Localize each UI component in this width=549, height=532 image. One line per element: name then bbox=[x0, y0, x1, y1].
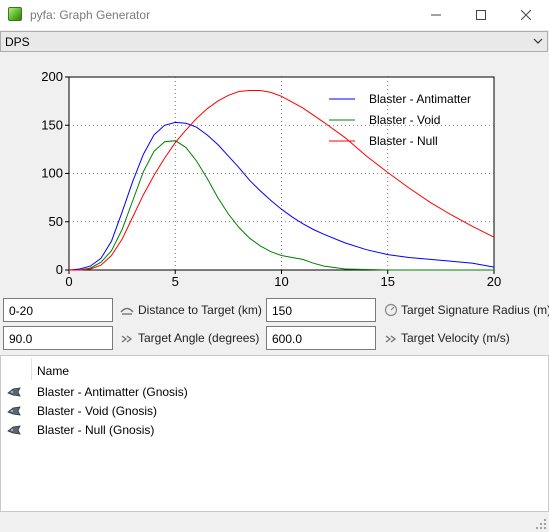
signature-radius-input[interactable]: 150 bbox=[266, 298, 376, 322]
signature-radius-icon bbox=[384, 303, 398, 317]
velocity-value: 600.0 bbox=[272, 332, 303, 346]
name-column-header[interactable]: Name bbox=[37, 364, 69, 378]
angle-value: 90.0 bbox=[9, 332, 33, 346]
x-tick-label: 20 bbox=[487, 274, 501, 289]
dps-chart: 0 5 10 15 20 0 50 100 150 200 Blaster - Antimatt… bbox=[41, 69, 501, 289]
y-tick-label: 50 bbox=[49, 214, 63, 229]
fit-name: Blaster - Null (Gnosis) bbox=[37, 423, 155, 437]
maximize-button[interactable] bbox=[458, 0, 504, 30]
status-bar bbox=[0, 512, 549, 532]
y-tick-label: 0 bbox=[56, 262, 63, 277]
x-axis-ticks: 0 5 10 15 20 bbox=[65, 270, 501, 289]
ship-icon bbox=[7, 425, 21, 435]
minimize-icon bbox=[431, 14, 441, 16]
distance-icon bbox=[120, 307, 134, 315]
velocity-icon bbox=[385, 335, 397, 343]
legend-label: Blaster - Antimatter bbox=[369, 92, 471, 106]
x-tick-label: 15 bbox=[381, 274, 395, 289]
angle-label: Target Angle (degrees) bbox=[138, 331, 260, 345]
fit-name: Blaster - Void (Gnosis) bbox=[37, 404, 158, 418]
distance-label: Distance to Target (km) bbox=[138, 303, 262, 317]
window-title: pyfa: Graph Generator bbox=[30, 8, 151, 22]
column-divider bbox=[31, 358, 32, 380]
list-item[interactable]: Blaster - Antimatter (Gnosis) bbox=[1, 383, 301, 402]
fit-list[interactable]: Name Blaster - Antimatter (Gnosis) Blast… bbox=[0, 355, 549, 512]
maximize-icon bbox=[476, 10, 486, 20]
list-item[interactable]: Blaster - Void (Gnosis) bbox=[1, 402, 301, 421]
minimize-button[interactable] bbox=[413, 0, 459, 30]
y-axis-ticks: 0 50 100 150 200 bbox=[41, 69, 69, 277]
signature-radius-value: 150 bbox=[272, 304, 293, 318]
velocity-input[interactable]: 600.0 bbox=[266, 326, 376, 350]
y-tick-label: 200 bbox=[41, 69, 63, 84]
list-item[interactable]: Blaster - Null (Gnosis) bbox=[1, 421, 301, 440]
ship-icon bbox=[7, 387, 21, 397]
legend-label: Blaster - Void bbox=[369, 113, 440, 127]
y-tick-label: 150 bbox=[41, 117, 63, 132]
y-tick-label: 100 bbox=[41, 166, 63, 181]
distance-input[interactable]: 0-20 bbox=[3, 298, 113, 322]
chevron-down-icon bbox=[533, 38, 543, 44]
dps-plot[interactable]: 0 5 10 15 20 0 50 100 150 200 Blaster - Antimatt… bbox=[0, 53, 549, 292]
app-icon bbox=[8, 7, 22, 21]
distance-value: 0-20 bbox=[9, 304, 34, 318]
fit-name: Blaster - Antimatter (Gnosis) bbox=[37, 385, 188, 399]
close-icon bbox=[521, 10, 531, 20]
legend-label: Blaster - Null bbox=[369, 134, 438, 148]
velocity-label: Target Velocity (m/s) bbox=[401, 331, 510, 345]
signature-radius-label: Target Signature Radius (m) bbox=[401, 303, 549, 317]
x-tick-label: 0 bbox=[65, 274, 72, 289]
angle-icon bbox=[121, 335, 133, 343]
angle-input[interactable]: 90.0 bbox=[3, 326, 113, 350]
close-button[interactable] bbox=[503, 0, 549, 30]
resize-grip-icon[interactable] bbox=[535, 518, 547, 530]
title-bar: pyfa: Graph Generator bbox=[0, 0, 549, 30]
x-tick-label: 10 bbox=[274, 274, 288, 289]
x-tick-label: 5 bbox=[172, 274, 179, 289]
graph-type-value: DPS bbox=[5, 35, 30, 49]
graph-type-dropdown[interactable]: DPS bbox=[0, 31, 548, 52]
ship-icon bbox=[7, 406, 21, 416]
